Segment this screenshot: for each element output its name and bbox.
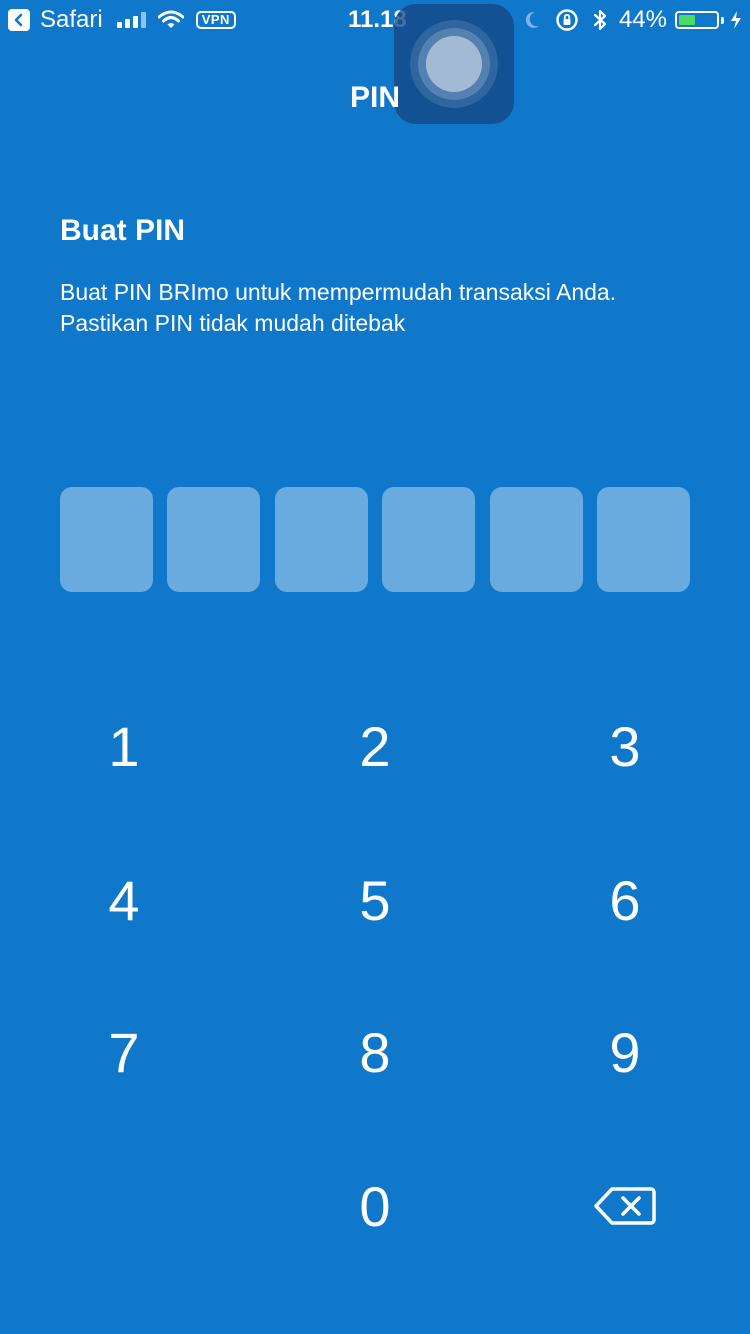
keypad-key-5[interactable]: 5 [295,840,455,960]
battery-level-fill [679,15,695,25]
battery-icon [675,11,719,29]
keypad-key-7[interactable]: 7 [44,992,204,1112]
pin-digit-box-4 [382,487,476,592]
backspace-icon[interactable] [545,1146,705,1266]
do-not-disturb-icon [523,10,541,30]
wifi-icon [157,10,184,30]
bluetooth-icon [593,8,607,32]
keypad-key-0[interactable]: 0 [295,1146,455,1266]
page-description: Buat PIN BRImo untuk mempermudah transak… [60,277,700,339]
keypad-key-9[interactable]: 9 [545,992,705,1112]
pin-digit-box-2 [167,487,261,592]
cellular-signal-icon [116,12,146,28]
keypad-key-2[interactable]: 2 [295,686,455,806]
keypad-key-3[interactable]: 3 [545,686,705,806]
back-to-app-icon[interactable] [8,9,30,31]
back-to-app-label[interactable]: Safari [40,6,103,34]
pin-digit-box-3 [274,487,368,592]
pin-digit-box-5 [489,487,583,592]
keypad-key-6[interactable]: 6 [545,840,705,960]
numeric-keypad: 1 2 3 4 5 6 7 8 9 0 [0,670,750,1294]
pin-digit-box-1 [60,487,153,592]
charging-bolt-icon [730,10,742,30]
page-heading: Buat PIN [60,214,186,247]
status-bar: Safari VPN 11.18 44% [0,0,750,40]
vpn-badge: VPN [195,11,236,29]
nav-title: PIN [349,81,400,114]
keypad-key-8[interactable]: 8 [295,992,455,1112]
pin-digit-box-6 [596,487,690,592]
status-right: 44% [523,6,742,34]
description-line-1: Buat PIN BRImo untuk mempermudah transak… [60,279,617,305]
description-line-2: Pastikan PIN tidak mudah ditebak [60,310,406,336]
battery-percent: 44% [618,6,667,33]
battery-tip [721,16,724,24]
status-left: Safari VPN [8,6,236,34]
rotation-lock-icon [555,8,579,32]
keypad-key-1[interactable]: 1 [44,686,204,806]
keypad-key-4[interactable]: 4 [44,840,204,960]
pin-input-boxes [60,487,690,592]
